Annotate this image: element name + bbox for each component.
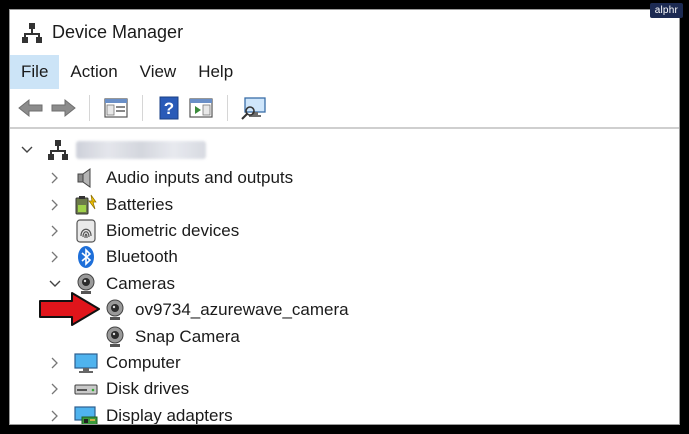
tree-item-display-adapters[interactable]: Display adapters — [10, 403, 679, 425]
tree-item-cameras[interactable]: Cameras — [10, 271, 679, 297]
chevron-right-icon[interactable] — [48, 356, 62, 370]
tree-item-computer[interactable]: Computer — [10, 350, 679, 376]
tree-item-label: Cameras — [106, 273, 175, 293]
tree-item-label: Display adapters — [106, 405, 233, 425]
menu-help[interactable]: Help — [187, 55, 244, 89]
tree-item-label: Disk drives — [106, 379, 190, 399]
tree-root-computer[interactable] — [10, 135, 679, 165]
display-adapter-icon — [74, 404, 98, 424]
tree-item-batteries[interactable]: Batteries — [10, 191, 679, 217]
action-pane-icon — [189, 98, 213, 118]
tree-item-label: Biometric devices — [106, 220, 240, 240]
chevron-right-icon[interactable] — [48, 198, 62, 212]
back-button[interactable] — [15, 93, 47, 123]
toolbar-separator — [89, 95, 90, 121]
fingerprint-icon — [74, 219, 98, 243]
computer-icon — [46, 138, 70, 162]
menu-view[interactable]: View — [129, 55, 188, 89]
back-arrow-icon — [18, 98, 43, 118]
red-pointer-arrow-icon — [39, 292, 100, 326]
console-tree-icon — [104, 98, 128, 118]
help-icon: ? — [159, 96, 179, 120]
svg-text:?: ? — [164, 99, 174, 118]
monitor-icon — [74, 351, 98, 375]
toolbar-separator — [227, 95, 228, 121]
tree-item-label: Computer — [106, 352, 181, 372]
tree-item-snap-camera[interactable]: Snap Camera — [10, 323, 679, 349]
chevron-right-icon[interactable] — [48, 224, 62, 238]
battery-icon — [74, 193, 98, 217]
bluetooth-icon — [74, 245, 98, 269]
tree-item-label: Bluetooth — [106, 247, 178, 267]
menu-bar: File Action View Help — [10, 55, 679, 89]
computer-name-redacted — [76, 141, 206, 159]
action-pane-button[interactable] — [185, 93, 217, 123]
tree-item-bluetooth[interactable]: Bluetooth — [10, 244, 679, 270]
menu-file[interactable]: File — [10, 55, 60, 89]
device-manager-window: Device Manager File Action View Help ? A… — [9, 9, 680, 425]
device-manager-icon — [22, 22, 42, 43]
speaker-icon — [74, 166, 98, 190]
toolbar-separator — [142, 95, 143, 121]
scan-hardware-icon — [241, 97, 266, 120]
alphr-badge: alphr — [649, 3, 683, 18]
screenshot-frame: alphr Device Manager File Action View He… — [0, 0, 689, 434]
chevron-right-icon[interactable] — [48, 382, 62, 396]
chevron-right-icon[interactable] — [48, 250, 62, 264]
chevron-right-icon[interactable] — [48, 171, 62, 185]
tree-item-label: Batteries — [106, 194, 174, 214]
scan-hardware-button[interactable] — [238, 93, 270, 123]
title-bar: Device Manager — [10, 10, 679, 55]
show-hide-console-tree-button[interactable] — [100, 93, 132, 123]
tree-item-label: ov9734_azurewave_camera — [135, 300, 349, 320]
chevron-down-icon[interactable] — [20, 143, 34, 157]
disk-drive-icon — [74, 377, 98, 401]
toolbar: ? — [10, 89, 679, 129]
chevron-down-icon[interactable] — [48, 277, 62, 291]
forward-button[interactable] — [47, 93, 79, 123]
forward-arrow-icon — [51, 98, 76, 118]
tree-item-ov9734-camera[interactable]: ov9734_azurewave_camera — [10, 297, 679, 323]
tree-item-label: Audio inputs and outputs — [106, 168, 294, 188]
camera-icon — [103, 325, 127, 349]
menu-action[interactable]: Action — [59, 55, 128, 89]
chevron-right-icon[interactable] — [48, 409, 62, 423]
device-tree: Audio inputs and outputs Batteries Biome… — [10, 129, 679, 425]
tree-item-label: Snap Camera — [135, 326, 240, 346]
tree-item-disk-drives[interactable]: Disk drives — [10, 376, 679, 402]
window-title: Device Manager — [52, 22, 184, 42]
tree-item-biometric[interactable]: Biometric devices — [10, 218, 679, 244]
tree-item-audio[interactable]: Audio inputs and outputs — [10, 165, 679, 191]
camera-icon — [103, 298, 127, 322]
help-button[interactable]: ? — [153, 93, 185, 123]
